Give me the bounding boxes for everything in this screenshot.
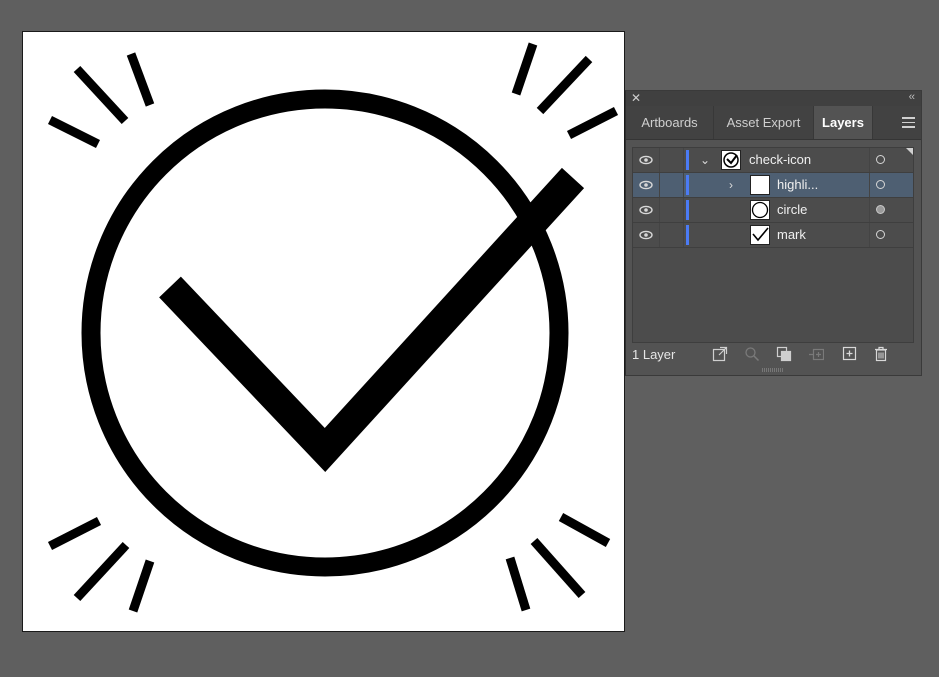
tab-artboards[interactable]: Artboards: [626, 106, 714, 139]
export-icon[interactable]: [712, 346, 728, 362]
lock-column[interactable]: [659, 198, 660, 222]
layer-name[interactable]: mark: [777, 227, 806, 242]
layer-color-bar: [686, 150, 689, 170]
column-divider: [683, 148, 684, 172]
layer-color-bar: [686, 225, 689, 245]
visibility-eye-icon[interactable]: [639, 230, 653, 240]
tab-asset-export[interactable]: Asset Export: [714, 106, 814, 139]
panel-tabs: Artboards Asset Export Layers: [626, 106, 921, 140]
collapse-panel-icon[interactable]: ‹‹: [909, 91, 915, 105]
hamburger-menu-icon[interactable]: [902, 117, 915, 128]
layer-row-mark[interactable]: mark: [633, 223, 913, 248]
artboard[interactable]: [22, 31, 625, 632]
column-divider: [869, 223, 870, 247]
visibility-eye-icon[interactable]: [639, 205, 653, 215]
target-circle-icon[interactable]: [876, 155, 885, 164]
expand-chevron-down-icon[interactable]: ⌄: [699, 151, 711, 169]
target-circle-icon[interactable]: [876, 230, 885, 239]
column-divider: [869, 173, 870, 197]
panel-title-bar[interactable]: ✕ ‹‹: [626, 91, 921, 106]
column-divider: [683, 223, 684, 247]
layer-thumbnail: [750, 225, 770, 245]
column-divider: [869, 198, 870, 222]
visibility-eye-icon[interactable]: [639, 180, 653, 190]
make-clipping-mask-icon[interactable]: [776, 346, 792, 362]
target-circle-filled-icon[interactable]: [876, 205, 885, 214]
new-layer-icon[interactable]: [842, 346, 858, 362]
layer-name[interactable]: check-icon: [749, 152, 811, 167]
lock-column[interactable]: [659, 223, 660, 247]
column-divider: [683, 198, 684, 222]
target-circle-icon[interactable]: [876, 180, 885, 189]
panel-footer: 1 Layer: [626, 343, 921, 367]
layer-name[interactable]: highli...: [777, 177, 818, 192]
layer-row-highlight[interactable]: › highli...: [633, 173, 913, 198]
visibility-eye-icon[interactable]: [639, 155, 653, 165]
highlight-rays[interactable]: [47, 42, 619, 613]
lock-column[interactable]: [659, 148, 660, 172]
check-mark-shape[interactable]: [159, 167, 585, 473]
column-divider: [683, 173, 684, 197]
layer-count-label: 1 Layer: [632, 347, 676, 362]
delete-icon[interactable]: [873, 346, 889, 362]
lock-column[interactable]: [659, 173, 660, 197]
check-icon-artwork[interactable]: [23, 32, 626, 633]
layer-thumbnail: [750, 200, 770, 220]
circle-shape[interactable]: [81, 89, 569, 577]
layer-thumbnail: [750, 175, 770, 195]
layer-color-bar: [686, 200, 689, 220]
create-sublayer-icon[interactable]: [808, 346, 824, 362]
layer-row-circle[interactable]: circle: [633, 198, 913, 223]
locate-object-icon[interactable]: [744, 346, 760, 362]
tab-layers[interactable]: Layers: [814, 106, 873, 139]
resize-grip[interactable]: [762, 368, 784, 372]
layer-row-check-icon[interactable]: ⌄ check-icon: [633, 148, 913, 173]
column-divider: [869, 148, 870, 172]
layer-name[interactable]: circle: [777, 202, 807, 217]
layers-panel: ✕ ‹‹ Artboards Asset Export Layers ⌄ che…: [625, 90, 922, 376]
close-panel-icon[interactable]: ✕: [631, 91, 641, 105]
layer-thumbnail: [721, 150, 741, 170]
layer-color-bar: [686, 175, 689, 195]
expand-chevron-right-icon[interactable]: ›: [725, 176, 737, 194]
layers-list: ⌄ check-icon › highli... circle mark: [632, 147, 914, 343]
